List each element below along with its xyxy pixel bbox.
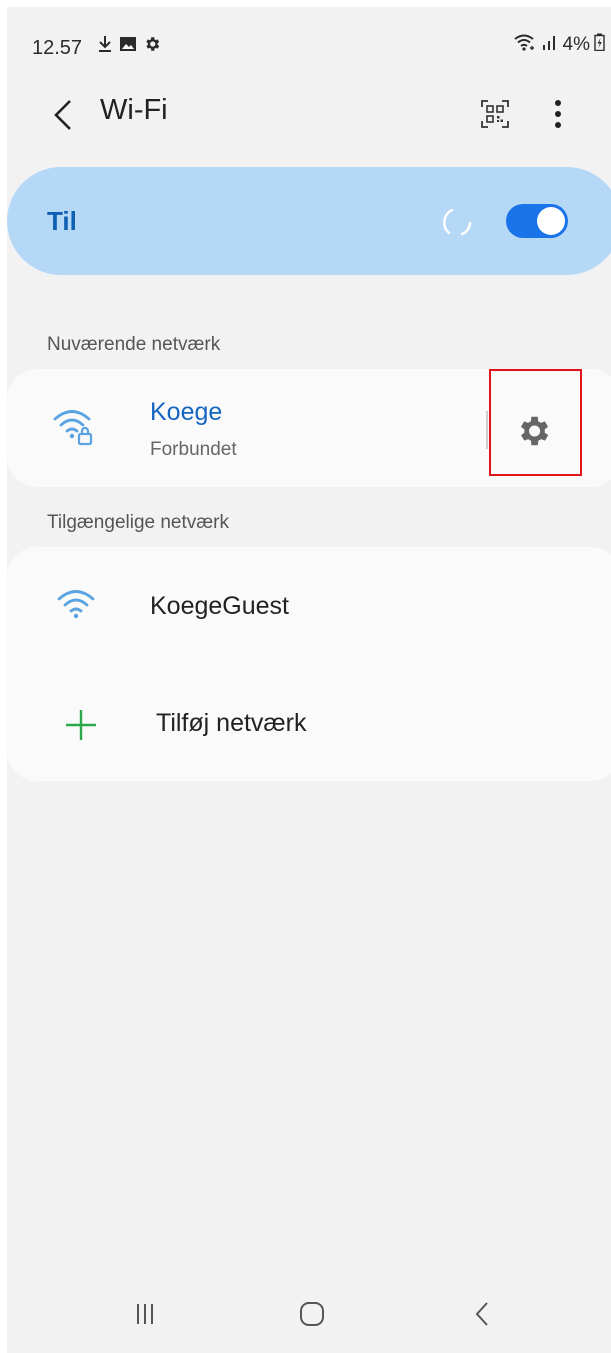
screen: 12.57 4% Wi-Fi Til Nuværende netværk Koe… xyxy=(7,7,611,1353)
wifi-master-toggle-card[interactable]: Til xyxy=(7,167,611,275)
back-arrow-icon xyxy=(54,100,71,130)
signal-icon xyxy=(541,33,559,57)
wifi-icon xyxy=(57,590,95,619)
network-name: KoegeGuest xyxy=(150,592,289,620)
add-network-row[interactable]: Tilføj netværk xyxy=(7,665,611,781)
wifi-toggle-switch[interactable] xyxy=(506,204,568,238)
network-list-item[interactable]: KoegeGuest xyxy=(7,547,611,665)
battery-percent: 4% xyxy=(562,34,590,55)
home-button[interactable] xyxy=(282,1289,342,1339)
current-network-status: Forbundet xyxy=(150,439,237,460)
plus-icon xyxy=(66,710,96,740)
battery-icon xyxy=(594,33,605,57)
qr-code-button[interactable] xyxy=(477,96,513,132)
wifi-status-icon xyxy=(513,33,537,57)
back-button[interactable] xyxy=(43,93,83,137)
status-time: 12.57 xyxy=(32,37,83,59)
more-vertical-icon xyxy=(555,100,561,128)
back-nav-button[interactable] xyxy=(452,1289,512,1339)
toggle-knob xyxy=(537,207,565,235)
available-networks-card: KoegeGuest Tilføj netværk xyxy=(7,547,611,781)
home-icon xyxy=(300,1302,324,1326)
recents-button[interactable] xyxy=(115,1289,175,1339)
available-networks-section-label: Tilgængelige netværk xyxy=(47,512,229,533)
wifi-master-label: Til xyxy=(47,206,77,236)
settings-status-icon xyxy=(143,35,161,58)
wifi-secured-icon xyxy=(53,410,93,446)
recents-icon xyxy=(137,1304,153,1324)
add-network-label: Tilføj netværk xyxy=(156,709,307,737)
qr-code-icon xyxy=(481,100,509,128)
download-icon xyxy=(97,34,113,59)
more-options-button[interactable] xyxy=(543,93,573,135)
status-icons-left xyxy=(97,34,161,59)
row-divider xyxy=(486,411,488,449)
back-nav-icon xyxy=(475,1302,488,1326)
page-title: Wi-Fi xyxy=(100,94,168,126)
image-icon xyxy=(119,35,137,58)
current-network-section-label: Nuværende netværk xyxy=(47,334,221,355)
status-bar: 12.57 4% xyxy=(7,7,611,77)
loading-spinner-icon xyxy=(443,208,472,236)
highlight-box xyxy=(489,369,582,476)
current-network-name: Koege xyxy=(150,398,223,426)
status-icons-right: 4% xyxy=(513,33,605,57)
navigation-bar xyxy=(7,1277,611,1353)
app-header: Wi-Fi xyxy=(7,79,611,149)
